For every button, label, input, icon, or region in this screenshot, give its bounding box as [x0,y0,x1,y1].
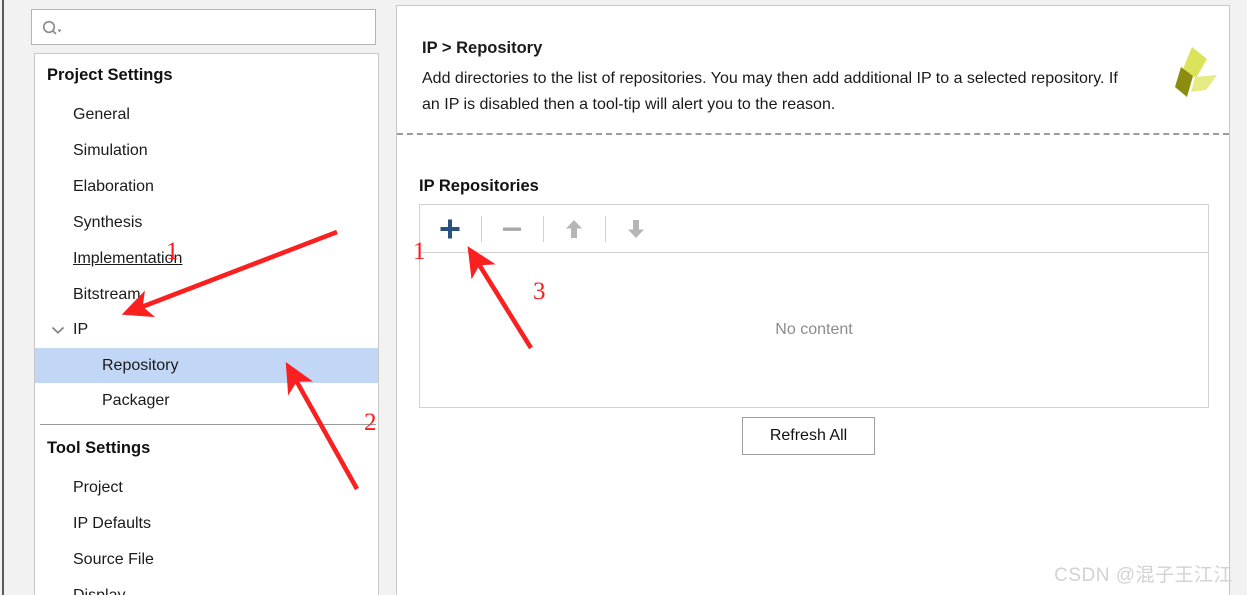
ip-repositories-list[interactable]: No content [420,253,1208,407]
page-description: Add directories to the list of repositor… [422,70,1118,113]
arrow-up-icon [566,219,582,238]
sidebar-item-label: Packager [102,392,170,409]
move-up-button[interactable] [557,212,591,246]
page-title: IP > Repository [422,39,543,57]
ip-repositories-panel: No content [419,204,1209,408]
sidebar-item-general[interactable]: General [35,101,378,129]
add-repository-button[interactable] [433,212,467,246]
sidebar-item-bitstream[interactable]: Bitstream [35,281,378,309]
search-input[interactable] [31,9,376,45]
sidebar-item-label: Display [73,587,125,595]
settings-detail-panel: IP > Repository Add directories to the l… [396,5,1230,595]
sidebar-item-label: Simulation [73,142,148,159]
sidebar-item-simulation[interactable]: Simulation [35,137,378,165]
empty-state-label: No content [775,321,853,338]
sidebar-item-label: Project [73,479,123,496]
move-down-button[interactable] [619,212,653,246]
sidebar-item-label: Repository [102,357,179,374]
sidebar-item-elaboration[interactable]: Elaboration [35,173,378,201]
window-left-edge [2,0,4,595]
sidebar-item-project[interactable]: Project [35,474,378,502]
sidebar-item-display[interactable]: Display [35,582,378,595]
annotation-number-2: 2 [364,409,377,436]
sidebar-item-packager[interactable]: Packager [35,386,378,416]
remove-repository-button[interactable] [495,212,529,246]
xilinx-logo-icon [1175,47,1217,97]
sidebar-item-label: Synthesis [73,214,143,231]
minus-icon [503,227,521,231]
sidebar-item-label: IP [73,321,89,338]
sidebar-item-label: General [73,106,130,123]
annotation-number-3: 3 [533,278,546,305]
annotation-number-1-inline: 1 [166,238,179,265]
sidebar-item-ip[interactable]: IP [35,315,378,345]
refresh-all-button[interactable]: Refresh All [742,417,875,455]
sidebar-item-label: Source File [73,551,154,568]
ip-repositories-toolbar [420,205,1208,253]
toolbar-divider [481,215,482,242]
sidebar-item-ip-defaults[interactable]: IP Defaults [35,510,378,538]
refresh-all-label: Refresh All [769,427,848,444]
sidebar-item-label: Bitstream [73,286,141,303]
settings-navigation-column: Project Settings General Simulation Elab… [31,0,379,595]
sidebar-item-synthesis[interactable]: Synthesis [35,209,378,237]
arrow-down-icon [628,219,644,238]
tree-section-project-settings: Project Settings [47,66,173,84]
settings-tree[interactable]: Project Settings General Simulation Elab… [34,53,379,595]
sidebar-item-label: Elaboration [73,178,154,195]
sidebar-item-source-file[interactable]: Source File [35,546,378,574]
toolbar-divider [543,215,544,242]
settings-dialog: Project Settings General Simulation Elab… [0,0,1247,595]
chevron-down-icon[interactable] [51,326,65,335]
section-divider [397,133,1229,135]
sidebar-item-implementation[interactable]: Implementation [35,245,378,273]
sidebar-item-repository[interactable]: Repository [35,348,378,383]
annotation-number-1: 1 [413,238,426,265]
sidebar-item-label: IP Defaults [73,515,151,532]
tree-section-divider [40,424,376,425]
toolbar-divider [605,215,606,242]
tree-section-tool-settings: Tool Settings [47,439,151,457]
plus-icon [440,219,460,238]
ip-repositories-heading: IP Repositories [419,177,539,195]
search-icon [42,20,62,35]
watermark: CSDN @混子王江江 [1054,565,1233,586]
